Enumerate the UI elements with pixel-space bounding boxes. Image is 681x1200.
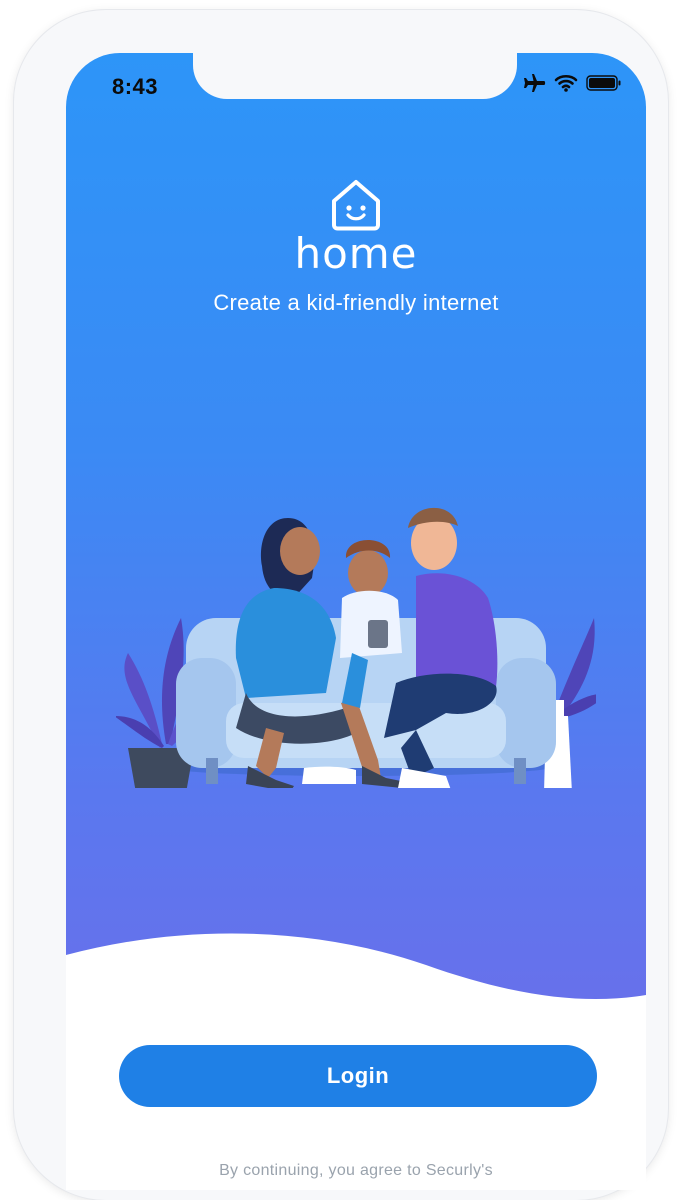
- app-screen: 8:43 home Create a kid-friendly internet…: [66, 53, 646, 1190]
- terms-notice: By continuing, you agree to Securly's: [219, 1162, 493, 1179]
- brand-name: home: [294, 229, 418, 278]
- status-time: 8:43: [112, 74, 159, 99]
- login-button[interactable]: Login: [119, 1045, 597, 1107]
- device-notch: [193, 53, 517, 99]
- family-on-couch-illustration: [116, 507, 596, 788]
- phone-frame: 8:43 home Create a kid-friendly internet…: [14, 10, 668, 1200]
- wave-divider: [66, 933, 646, 1053]
- tagline: Create a kid-friendly internet: [213, 290, 499, 315]
- battery-icon: [586, 73, 622, 98]
- wifi-icon: [554, 73, 578, 98]
- status-icons: [522, 73, 622, 97]
- airplane-icon: [522, 73, 546, 98]
